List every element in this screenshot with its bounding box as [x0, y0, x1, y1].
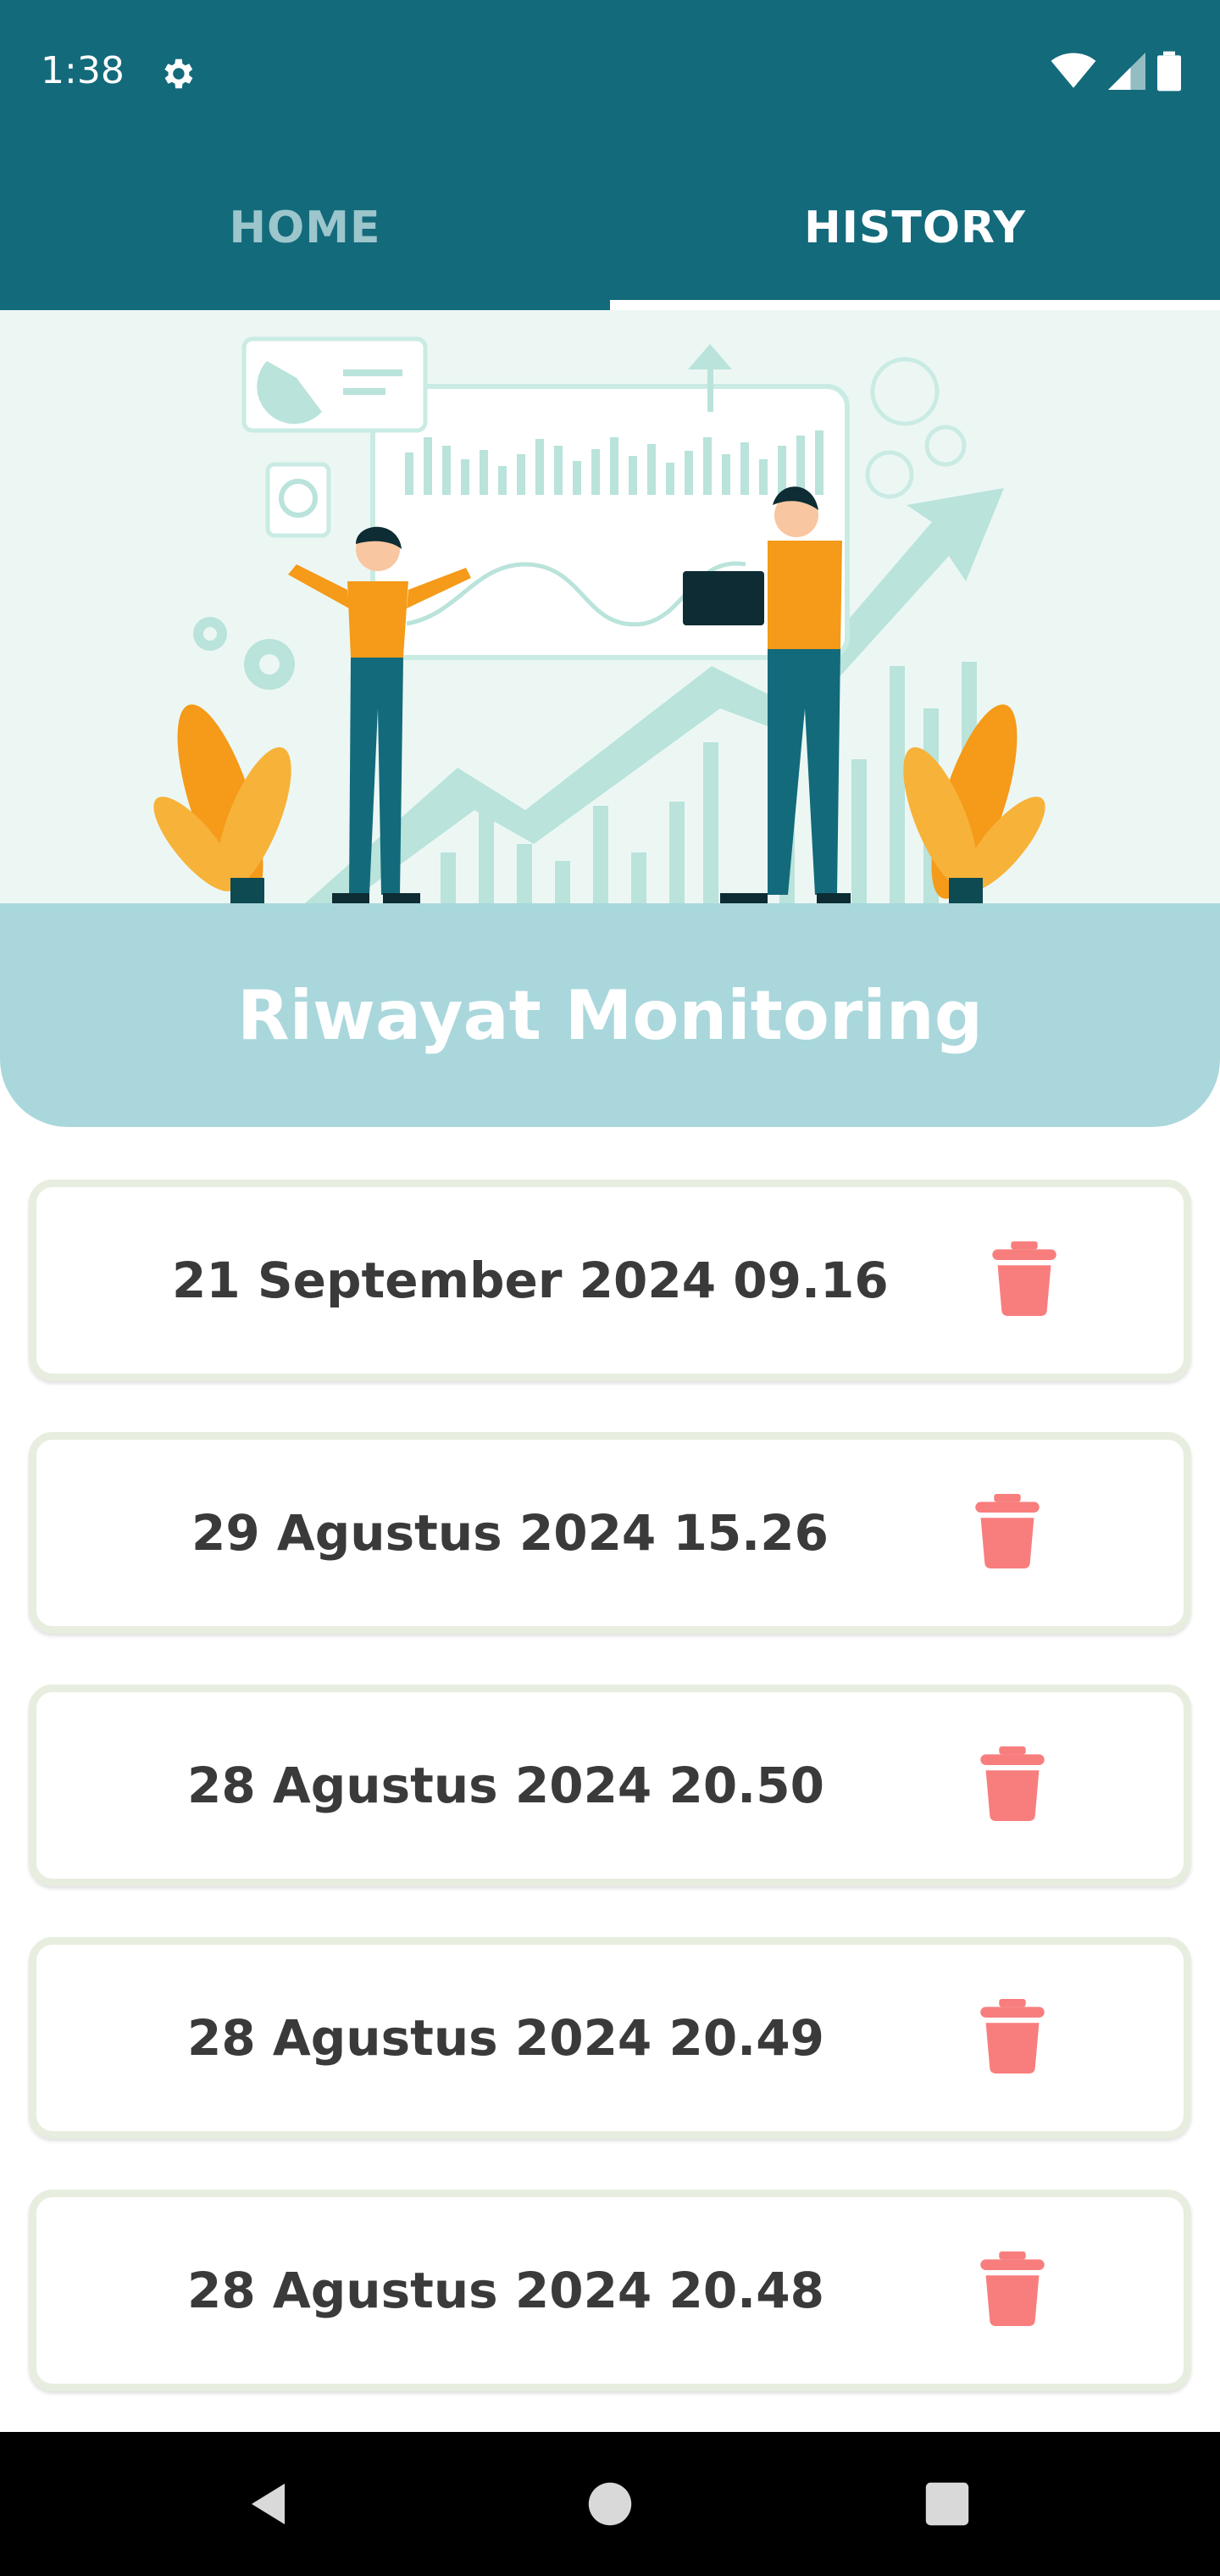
active-tab-indicator: [610, 300, 1220, 310]
page-title: Riwayat Monitoring: [237, 975, 983, 1055]
trash-icon[interactable]: [992, 1241, 1056, 1316]
recents-square-icon: [925, 2482, 969, 2526]
history-item-label: 28 Agustus 2024 20.50: [187, 1757, 824, 1814]
trash-icon[interactable]: [980, 1746, 1045, 1821]
history-item[interactable]: 28 Agustus 2024 20.48: [29, 2190, 1191, 2391]
home-button[interactable]: [559, 2432, 661, 2576]
recents-button[interactable]: [896, 2432, 998, 2576]
history-item-label: 28 Agustus 2024 20.49: [187, 2009, 824, 2067]
tab-bar: HOME HISTORY: [0, 146, 1220, 310]
back-triangle-icon: [252, 2484, 285, 2524]
system-nav-bar: [0, 2432, 1220, 2576]
history-item[interactable]: 21 September 2024 09.16: [29, 1180, 1191, 1381]
history-item-label: 28 Agustus 2024 20.48: [187, 2262, 824, 2319]
battery-icon: [1157, 51, 1181, 92]
analytics-illustration: [153, 336, 1045, 903]
wifi-icon: [1051, 53, 1096, 88]
trash-icon[interactable]: [975, 1494, 1040, 1568]
tab-history[interactable]: HISTORY: [610, 146, 1220, 310]
home-circle-icon: [588, 2482, 632, 2526]
trash-icon[interactable]: [980, 2251, 1045, 2326]
status-bar: 1:38: [0, 0, 1220, 146]
trash-icon[interactable]: [980, 1999, 1045, 2074]
cell-signal-icon: [1108, 53, 1145, 90]
hero-illustration: [0, 310, 1220, 903]
settings-gear-icon: [164, 58, 193, 89]
history-item[interactable]: 28 Agustus 2024 20.49: [29, 1937, 1191, 2139]
status-time: 1:38: [41, 49, 125, 92]
history-item[interactable]: 28 Agustus 2024 20.50: [29, 1685, 1191, 1886]
history-item[interactable]: 29 Agustus 2024 15.26: [29, 1432, 1191, 1634]
title-panel: Riwayat Monitoring: [0, 903, 1220, 1127]
history-item-label: 21 September 2024 09.16: [172, 1252, 889, 1309]
back-button[interactable]: [219, 2432, 320, 2576]
history-item-label: 29 Agustus 2024 15.26: [191, 1504, 829, 1562]
status-icons: [1051, 51, 1181, 92]
tab-home[interactable]: HOME: [0, 146, 610, 310]
